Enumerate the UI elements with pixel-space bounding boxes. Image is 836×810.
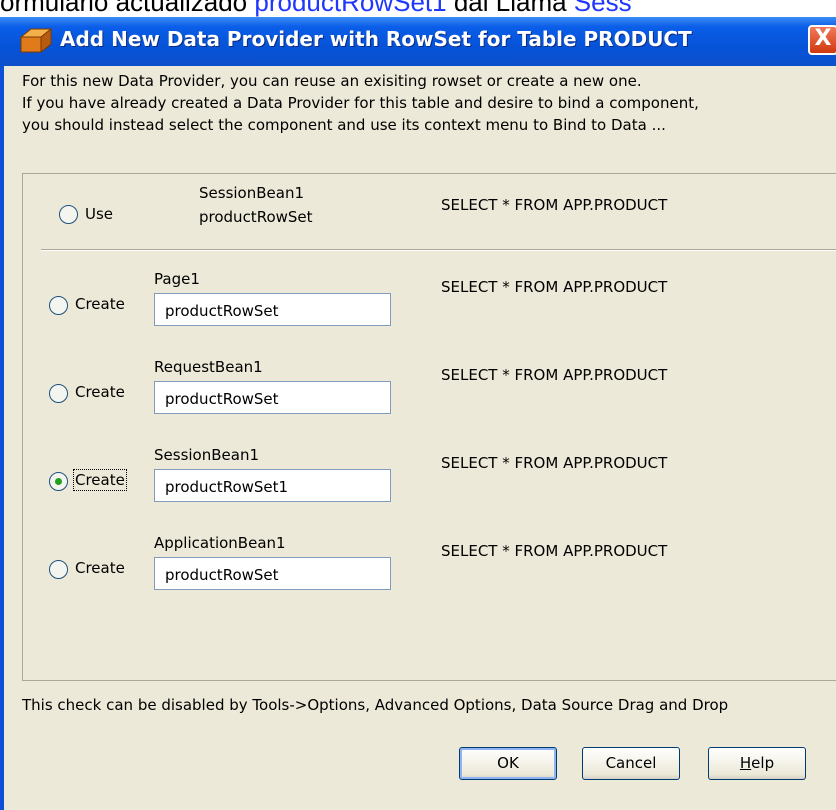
create-radio-applicationbean1[interactable]	[49, 560, 68, 579]
options-panel: Use SessionBean1 productRowSet SELECT * …	[22, 173, 836, 681]
intro-line: If you have already created a Data Provi…	[22, 94, 699, 112]
help-label: elp	[751, 754, 775, 772]
background-link-session[interactable]: Sess	[574, 0, 632, 17]
use-bean-name: SessionBean1	[199, 184, 304, 202]
create-radio-label[interactable]: Create	[73, 469, 127, 491]
dialog-client-area: For this new Data Provider, you can reus…	[4, 66, 836, 810]
intro-line: For this new Data Provider, you can reus…	[22, 72, 642, 90]
dialog-window: Add New Data Provider with RowSet for Ta…	[0, 17, 836, 810]
create-option-row-page1: Create Page1 productRowSet SELECT * FROM…	[23, 270, 836, 336]
background-link-rowset[interactable]: productRowSet1	[254, 0, 446, 17]
help-button[interactable]: Help	[708, 747, 806, 780]
query-text: SELECT * FROM APP.PRODUCT	[441, 278, 668, 296]
use-rowset-name: productRowSet	[199, 208, 313, 226]
ok-button[interactable]: OK	[459, 747, 557, 780]
query-text: SELECT * FROM APP.PRODUCT	[441, 454, 668, 472]
rowset-name-input[interactable]: productRowSet1	[154, 469, 391, 502]
background-text-middle: dal Llama	[446, 0, 574, 17]
create-radio-requestbean1[interactable]	[49, 384, 68, 403]
create-radio-label[interactable]: Create	[75, 383, 125, 401]
use-option-row: Use SessionBean1 productRowSet SELECT * …	[23, 184, 836, 250]
help-mnemonic: H	[739, 754, 752, 772]
create-radio-page1[interactable]	[49, 296, 68, 315]
close-button[interactable]: X	[808, 25, 836, 55]
scope-label: Page1	[154, 270, 200, 288]
intro-line: you should instead select the component …	[22, 116, 666, 134]
create-radio-label[interactable]: Create	[75, 295, 125, 313]
scope-label: RequestBean1	[154, 358, 263, 376]
rowset-name-input[interactable]: productRowSet	[154, 381, 391, 414]
title-bar[interactable]: Add New Data Provider with RowSet for Ta…	[0, 17, 836, 66]
options-divider	[41, 249, 836, 251]
create-option-row-applicationbean1: Create ApplicationBean1 productRowSet SE…	[23, 534, 836, 600]
create-option-row-requestbean1: Create RequestBean1 productRowSet SELECT…	[23, 358, 836, 424]
close-icon: X	[814, 26, 832, 51]
create-radio-sessionbean1[interactable]	[49, 472, 68, 491]
create-radio-label[interactable]: Create	[75, 559, 125, 577]
query-text: SELECT * FROM APP.PRODUCT	[441, 366, 668, 384]
use-query: SELECT * FROM APP.PRODUCT	[441, 196, 668, 214]
intro-text: For this new Data Provider, you can reus…	[22, 70, 699, 136]
use-radio-label[interactable]: Use	[85, 205, 113, 223]
scope-label: ApplicationBean1	[154, 534, 286, 552]
rowset-name-input[interactable]: productRowSet	[154, 557, 391, 590]
rowset-name-input[interactable]: productRowSet	[154, 293, 391, 326]
dialog-title: Add New Data Provider with RowSet for Ta…	[60, 27, 692, 51]
query-text: SELECT * FROM APP.PRODUCT	[441, 542, 668, 560]
background-text: ormulario actualizado	[0, 0, 248, 17]
use-radio[interactable]	[59, 205, 78, 224]
create-option-row-sessionbean1: Create SessionBean1 productRowSet1 SELEC…	[23, 446, 836, 512]
cancel-button[interactable]: Cancel	[582, 747, 680, 780]
window-app-icon	[19, 27, 53, 53]
scope-label: SessionBean1	[154, 446, 259, 464]
background-page-text: ormulario actualizado productRowSet1 dal…	[0, 0, 632, 18]
footer-note: This check can be disabled by Tools->Opt…	[22, 696, 729, 714]
radio-selected-dot	[55, 478, 62, 485]
